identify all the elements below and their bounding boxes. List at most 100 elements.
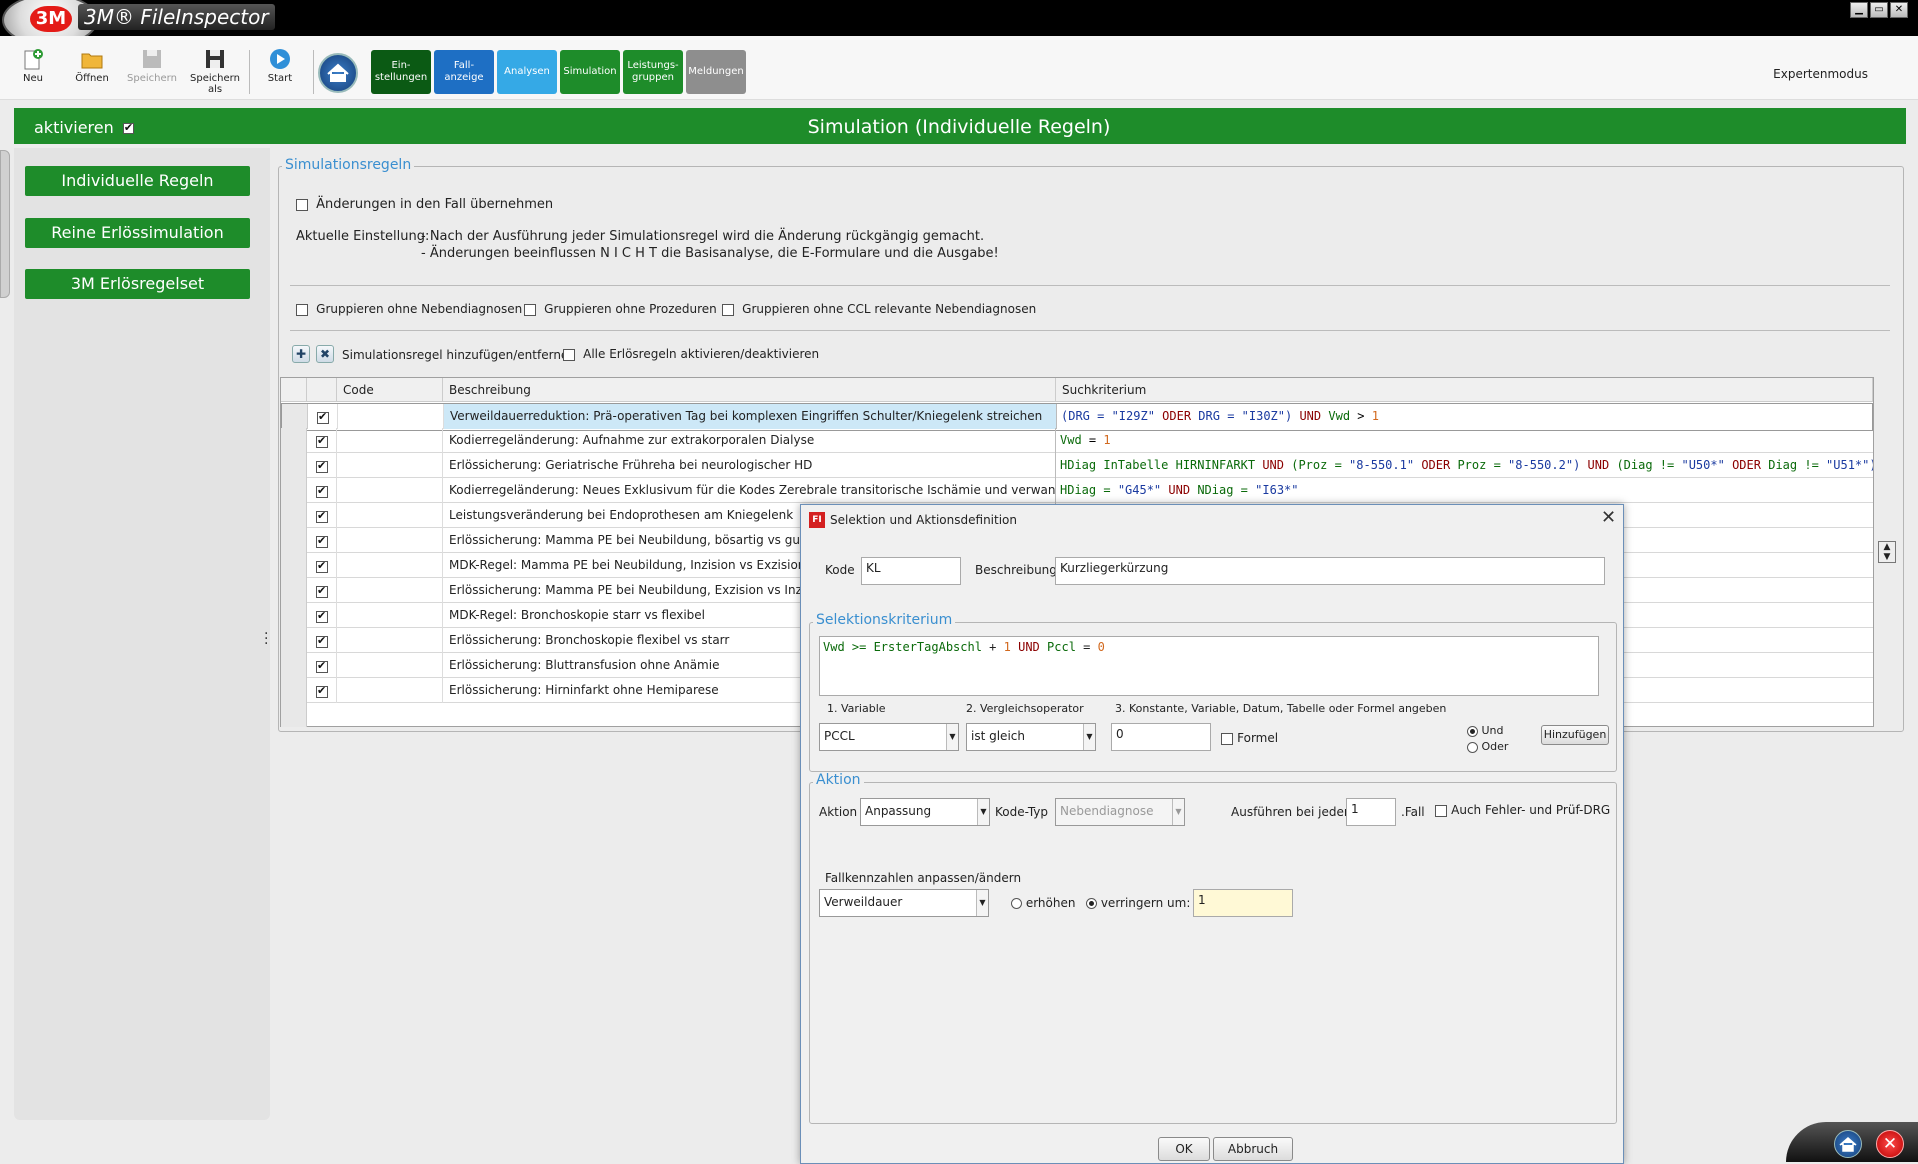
row-active-checkbox[interactable] — [316, 609, 328, 623]
row-active-checkbox[interactable] — [316, 434, 328, 448]
speichern-als-button[interactable]: Speichern als — [184, 46, 246, 95]
column-header-suchkriterium[interactable]: Suchkriterium — [1056, 378, 1873, 402]
column-header-beschreibung[interactable]: Beschreibung — [443, 378, 1056, 402]
neu-button[interactable]: Neu — [5, 46, 61, 94]
alle-erloesregeln-option[interactable]: Alle Erlösregeln aktivieren/deaktivieren — [563, 347, 819, 362]
column-header-code[interactable]: Code — [337, 378, 443, 402]
speichern-button[interactable]: Speichern — [124, 46, 180, 94]
minimize-button[interactable]: ▁ — [1850, 2, 1868, 18]
opt-ohne-ccl[interactable]: Gruppieren ohne CCL relevante Nebendiagn… — [722, 302, 1036, 317]
verringern-radio[interactable] — [1086, 898, 1097, 909]
operator-select[interactable]: ist gleich ▼ — [966, 723, 1096, 751]
table-row[interactable]: Kodierregeländerung: Neues Exklusivum fü… — [281, 478, 1873, 503]
nav-fallanzeige[interactable]: Fall- anzeige — [434, 50, 494, 94]
add-rule-button[interactable]: ✚ — [292, 345, 310, 363]
row-active-checkbox[interactable] — [316, 509, 328, 523]
oder-radio[interactable] — [1467, 741, 1478, 753]
table-row[interactable]: Erlössicherung: Geriatrische Frühreha be… — [281, 453, 1873, 478]
close-window-button[interactable]: ✕ — [1890, 2, 1908, 18]
kodetyp-select[interactable]: Nebendiagnose ▼ — [1055, 798, 1185, 826]
row-active-checkbox[interactable] — [317, 410, 329, 424]
formula-editor[interactable]: Vwd >= ErsterTagAbschl + 1 UND Pccl = 0 — [819, 636, 1599, 696]
nav-analysen[interactable]: Analysen — [497, 50, 557, 94]
oeffnen-button[interactable]: Öffnen — [64, 46, 120, 94]
opt-ohne-nebendiagnosen[interactable]: Gruppieren ohne Nebendiagnosen — [296, 302, 522, 317]
table-row[interactable]: Kodierregeländerung: Aufnahme zur extrak… — [281, 428, 1873, 453]
beschreibung-input[interactable]: Kurzliegerkürzung — [1055, 557, 1605, 585]
remove-rule-button[interactable]: ✖ — [316, 345, 334, 363]
home-corner-button[interactable] — [1834, 1130, 1862, 1158]
verringern-input[interactable]: 1 — [1193, 889, 1293, 917]
sidebar-item-3m-erloesregelset[interactable]: 3M Erlösregelset — [25, 269, 250, 299]
auch-fehler-checkbox[interactable] — [1435, 804, 1447, 817]
row-active-checkbox[interactable] — [316, 459, 328, 473]
nav-simulation[interactable]: Simulation — [560, 50, 620, 94]
aktuelle-einstellung-line1: - Nach der Ausführung jeder Simulationsr… — [421, 229, 985, 244]
erhoehen-label: erhöhen — [1025, 896, 1076, 910]
dialog-app-icon: FI — [809, 512, 825, 528]
ohne-prozeduren-label: Gruppieren ohne Prozeduren — [544, 302, 717, 316]
fallkennzahl-select[interactable]: Verweildauer ▼ — [819, 889, 989, 917]
row-description: Verweildauerreduktion: Prä-operativen Ta… — [444, 404, 1057, 429]
opt-ohne-prozeduren[interactable]: Gruppieren ohne Prozeduren — [524, 302, 717, 317]
toolbar-separator — [249, 50, 250, 94]
save-icon — [143, 50, 161, 68]
verringern-option[interactable]: verringern um: — [1086, 896, 1190, 910]
aenderungen-option[interactable]: Änderungen in den Fall übernehmen — [296, 197, 553, 212]
aktion-label: Aktion — [819, 805, 858, 819]
row-criterion: Vwd = 1 — [1060, 433, 1111, 447]
ausfuehren-input[interactable]: 1 — [1346, 798, 1396, 826]
konstante-input[interactable]: 0 — [1111, 723, 1211, 751]
aktuelle-einstellung-label: Aktuelle Einstellung: — [296, 229, 430, 244]
kode-input[interactable]: KL — [861, 557, 961, 585]
abbruch-button[interactable]: Abbruch — [1213, 1137, 1293, 1161]
row-active-checkbox[interactable] — [316, 559, 328, 573]
sidebar-handle[interactable] — [0, 150, 10, 298]
row-active-checkbox[interactable] — [316, 684, 328, 698]
fall-label: .Fall — [1401, 805, 1425, 819]
und-option[interactable]: Und — [1467, 724, 1504, 737]
alle-erloesregeln-checkbox[interactable] — [563, 348, 575, 361]
und-radio[interactable] — [1467, 725, 1478, 737]
move-rule-updown-button[interactable]: ▲ ▼ — [1878, 541, 1896, 563]
ohne-nebendiagnosen-checkbox[interactable] — [296, 303, 308, 316]
maximize-button[interactable]: ▭ — [1870, 2, 1888, 18]
row-active-checkbox[interactable] — [316, 659, 328, 673]
ohne-ccl-label: Gruppieren ohne CCL relevante Nebendiagn… — [742, 302, 1037, 316]
sidebar-item-individuelle-regeln[interactable]: Individuelle Regeln — [25, 166, 250, 196]
row-active-checkbox[interactable] — [316, 534, 328, 548]
ohne-ccl-checkbox[interactable] — [722, 303, 734, 316]
nav-meldungen[interactable]: Meldungen — [686, 50, 746, 94]
row-active-checkbox[interactable] — [316, 584, 328, 598]
add-remove-label: Simulationsregel hinzufügen/entfernen — [342, 348, 576, 362]
sidebar-item-reine-erloessimulation[interactable]: Reine Erlössimulation — [25, 218, 250, 248]
row-active-checkbox[interactable] — [316, 484, 328, 498]
table-row[interactable]: Verweildauerreduktion: Prä-operativen Ta… — [281, 403, 1873, 431]
hinzufuegen-button[interactable]: Hinzufügen — [1541, 725, 1609, 745]
auch-fehler-option[interactable]: Auch Fehler- und Prüf-DRG — [1435, 803, 1610, 818]
row-active-checkbox[interactable] — [316, 634, 328, 648]
fallkennzahlen-label: Fallkennzahlen anpassen/ändern — [825, 871, 1022, 885]
aktion-legend: Aktion — [813, 772, 864, 788]
formel-checkbox[interactable] — [1221, 732, 1233, 745]
ok-button[interactable]: OK — [1158, 1137, 1210, 1161]
speichern-als-label: Speichern als — [190, 73, 240, 95]
oder-option[interactable]: Oder — [1467, 740, 1508, 753]
splitter-grip-icon[interactable]: · · · — [264, 627, 268, 651]
variable-select[interactable]: PCCL ▼ — [819, 723, 959, 751]
dialog-close-icon[interactable]: ✕ — [1601, 507, 1616, 528]
formel-option[interactable]: Formel — [1221, 731, 1278, 746]
up-down-arrows-icon: ▲ ▼ — [1883, 542, 1891, 562]
home-button[interactable] — [318, 53, 358, 93]
nav-einstellungen[interactable]: Ein- stellungen — [371, 50, 431, 94]
vergleichsoperator-label: 2. Vergleichsoperator — [966, 702, 1084, 715]
erhoehen-option[interactable]: erhöhen — [1011, 896, 1075, 910]
erhoehen-radio[interactable] — [1011, 898, 1022, 909]
nav-leistungsgruppen[interactable]: Leistungs- gruppen — [623, 50, 683, 94]
exit-app-button[interactable]: ✕ — [1876, 1130, 1904, 1158]
start-button[interactable]: Start — [252, 46, 308, 94]
aktion-select[interactable]: Anpassung ▼ — [860, 798, 990, 826]
neu-label: Neu — [23, 73, 43, 84]
ohne-prozeduren-checkbox[interactable] — [524, 303, 536, 316]
aenderungen-checkbox[interactable] — [296, 198, 308, 211]
